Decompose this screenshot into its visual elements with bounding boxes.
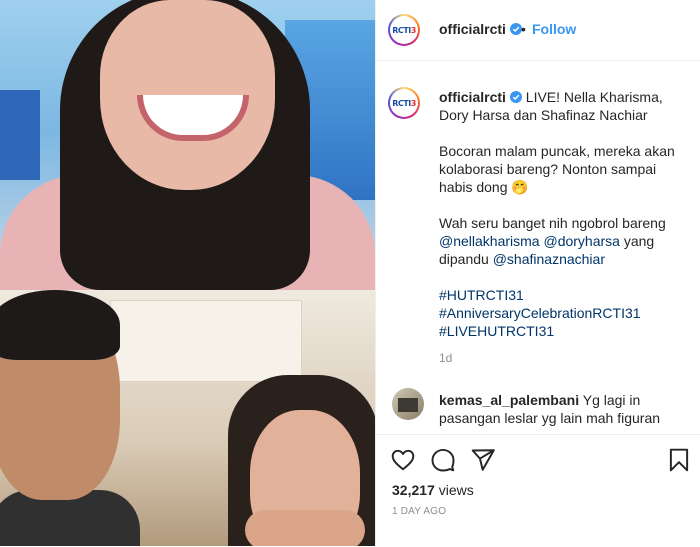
hashtag-link[interactable]: #HUTRCTI31 [439, 287, 524, 303]
heart-icon[interactable] [390, 447, 416, 473]
follow-button[interactable]: Follow [532, 21, 576, 37]
action-bar: 32,217 views 1 DAY AGO [376, 434, 700, 547]
post-panel: RCTI 3 officialrcti • Follow RCTI 3 offici… [376, 0, 700, 546]
profile-avatar[interactable]: RCTI 3 [388, 14, 420, 46]
video-player[interactable] [0, 0, 375, 546]
caption-username[interactable]: officialrcti [439, 89, 522, 105]
caption-line3: Wah seru banget nih ngobrol bareng @nell… [439, 215, 666, 267]
post-header: RCTI 3 officialrcti • Follow [376, 0, 700, 61]
hashtags: #HUTRCTI31 #AnniversaryCelebrationRCTI31 #… [439, 286, 685, 340]
comment-icon[interactable] [430, 447, 456, 473]
comment-text: kemas_al_palembani Yg lagi in pasangan l… [439, 391, 685, 427]
mention-link[interactable]: @doryharsa [543, 233, 619, 249]
commenter-avatar[interactable] [392, 388, 424, 420]
mention-link[interactable]: @nellakharisma [439, 233, 540, 249]
hashtag-link[interactable]: #AnniversaryCelebrationRCTI31 [439, 305, 641, 321]
caption-age: 1d [439, 351, 453, 365]
mention-link[interactable]: @shafinaznachiar [493, 251, 605, 267]
video-frame-host [0, 0, 375, 290]
caption-avatar[interactable]: RCTI 3 [388, 87, 420, 119]
rcti-logo: RCTI 3 [392, 18, 416, 42]
header-username[interactable]: officialrcti [439, 21, 522, 37]
share-icon[interactable] [470, 447, 496, 473]
verified-badge-icon [509, 91, 522, 103]
video-frame-guests [0, 290, 375, 546]
post-timestamp: 1 DAY AGO [392, 506, 447, 517]
caption-line2: Bocoran malam puncak, mereka akan kolabo… [439, 143, 675, 195]
bookmark-icon[interactable] [666, 447, 692, 473]
hashtag-link[interactable]: #LIVEHUTRCTI31 [439, 323, 554, 339]
view-count[interactable]: 32,217 views [392, 482, 474, 498]
commenter-username[interactable]: kemas_al_palembani [439, 392, 579, 408]
comments-area[interactable]: RCTI 3 officialrcti LIVE! Nella Kharisma,… [376, 61, 700, 434]
separator-dot: • [521, 21, 526, 37]
rcti-logo: RCTI 3 [392, 91, 416, 115]
caption-text: officialrcti LIVE! Nella Kharisma, Dory … [439, 88, 685, 358]
